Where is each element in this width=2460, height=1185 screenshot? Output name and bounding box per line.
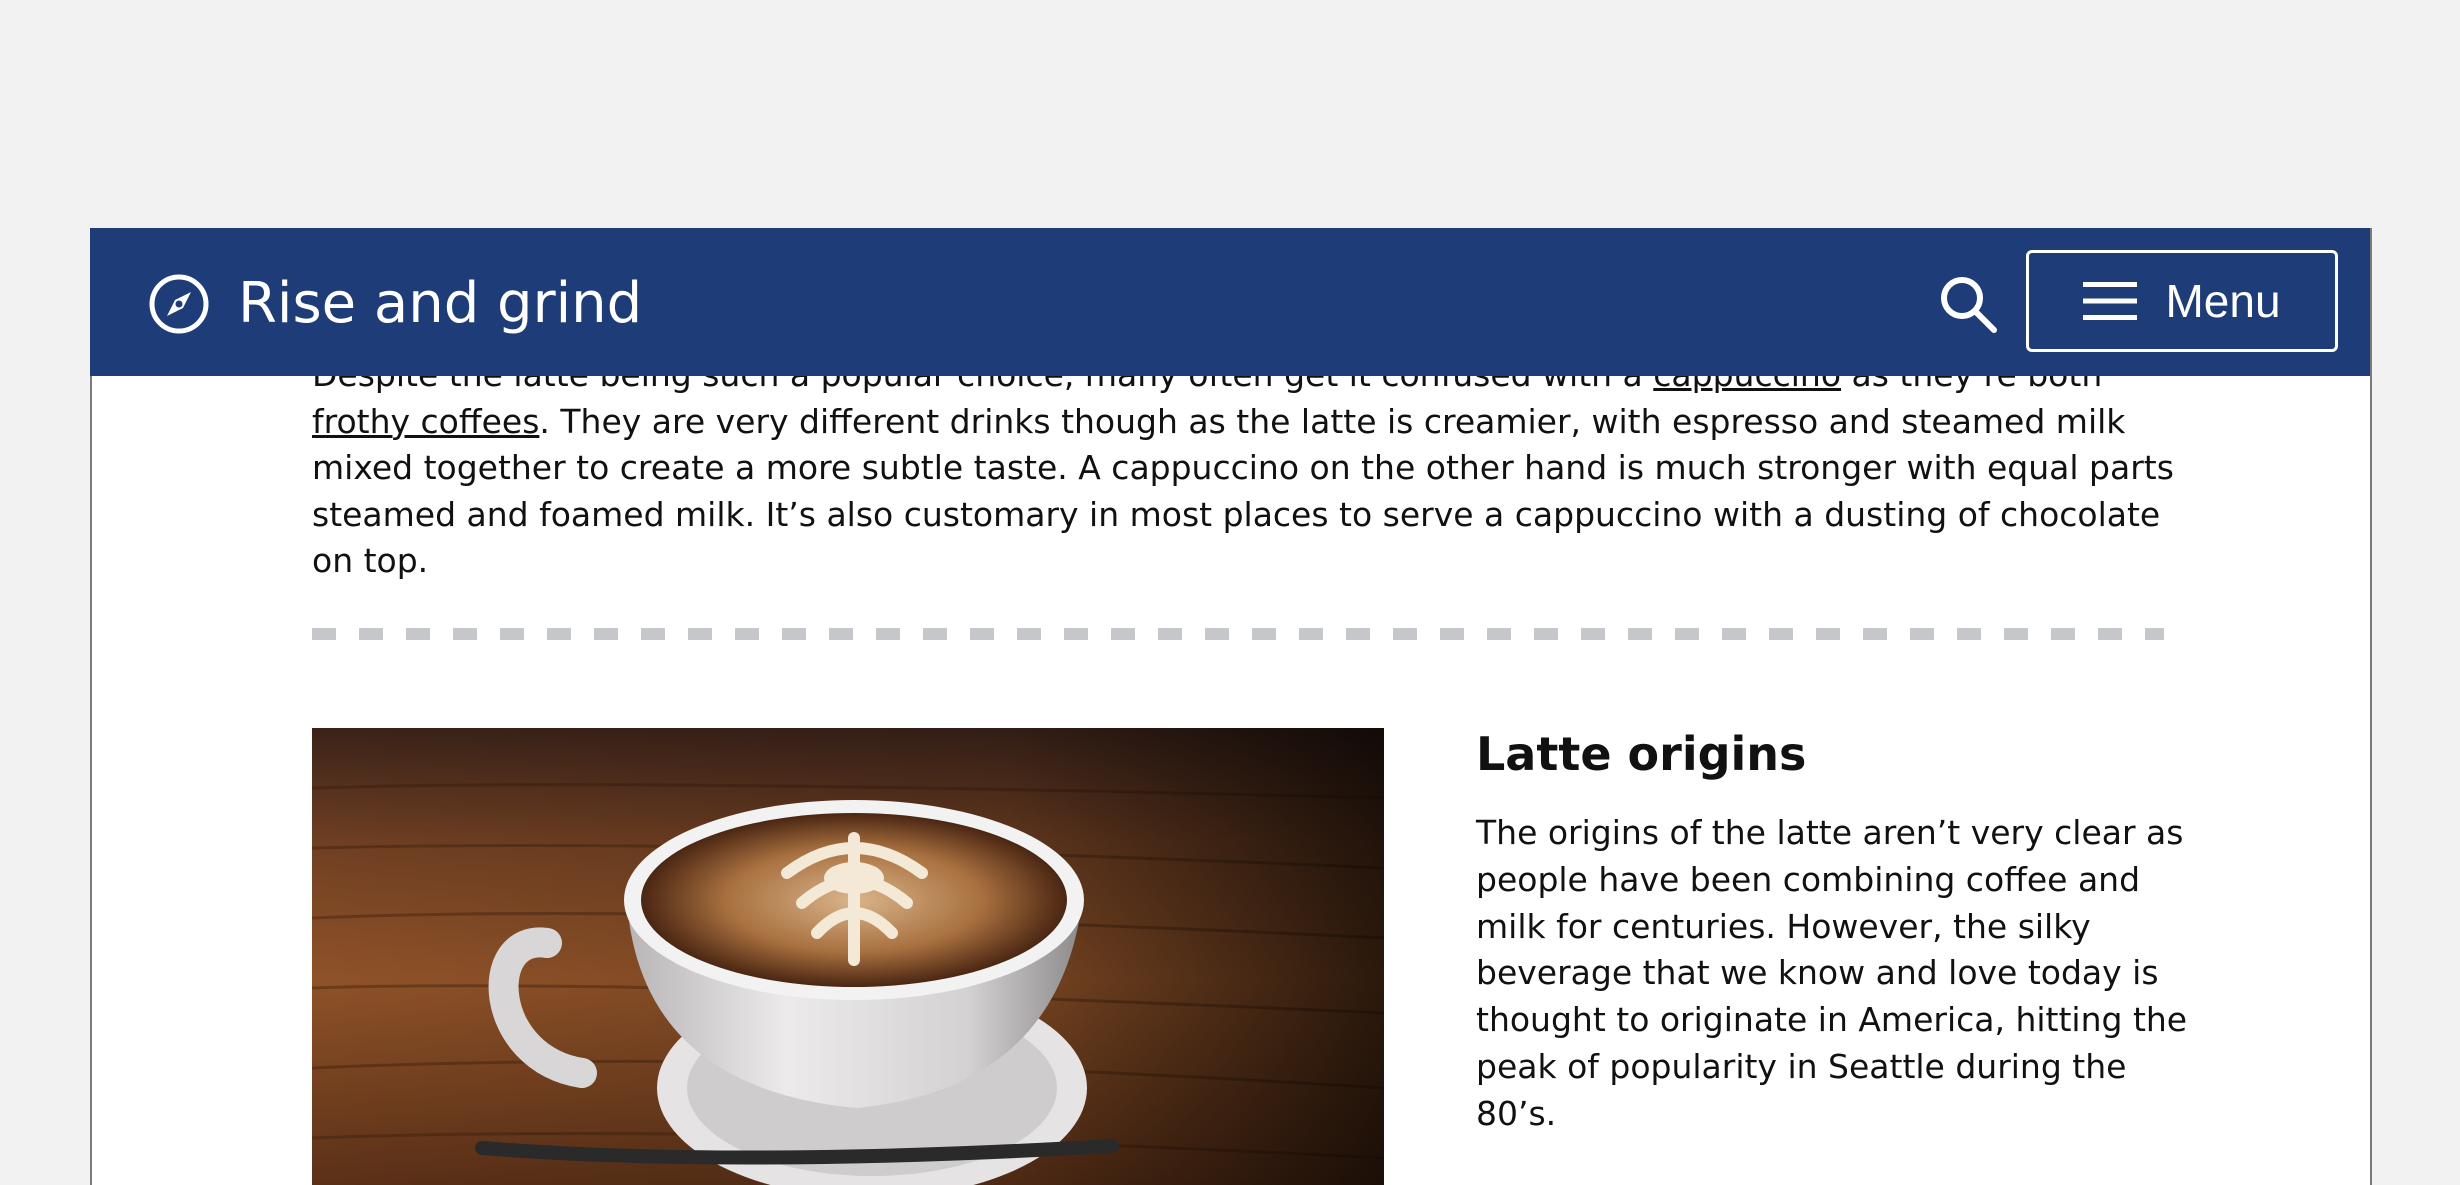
site-header: Rise and grind Menu [90,228,2370,376]
section-divider [312,628,2164,640]
menu-button[interactable]: Menu [2026,250,2338,352]
menu-label: Menu [2165,275,2281,327]
search-button[interactable] [1938,274,2000,336]
home-link[interactable]: Rise and grind [148,273,642,335]
latte-origins-paragraph: The origins of the latte aren’t very cle… [1476,813,2188,1133]
intro-paragraph: Despite the latte being such a popular c… [312,352,2178,585]
hamburger-icon [2083,282,2138,320]
compass-icon [149,274,209,334]
search-icon [1941,277,1997,333]
site-title: Rise and grind [238,271,643,336]
latte-photo [312,728,1384,1185]
latte-origins-heading: Latte origins [1476,727,1807,781]
intro-text-3: . They are very different drinks though … [312,401,2174,581]
frothy-coffees-link[interactable]: frothy coffees [312,402,539,441]
